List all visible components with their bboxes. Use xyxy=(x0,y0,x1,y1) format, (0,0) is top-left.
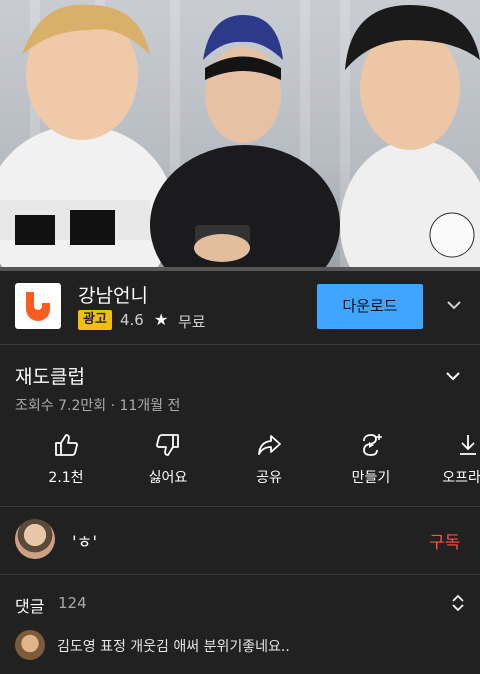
video-player[interactable] xyxy=(0,0,480,268)
create-label: 만들기 xyxy=(351,470,391,486)
comments-count: 124 xyxy=(58,594,87,612)
dislike-label: 싫어요 xyxy=(148,470,188,486)
ad-rating: 4.6 xyxy=(120,311,144,329)
thumbs-up-icon xyxy=(55,434,78,456)
share-icon xyxy=(258,435,281,455)
download-button[interactable]: 다운로드 xyxy=(317,284,423,329)
remix-icon xyxy=(363,434,382,456)
share-label: 공유 xyxy=(256,470,282,486)
ad-price: 무료 xyxy=(178,313,206,331)
offline-label: 오프라인 xyxy=(442,470,480,486)
like-button[interactable]: 2.1천 xyxy=(26,432,106,487)
create-button[interactable]: 만들기 xyxy=(331,432,411,487)
divider xyxy=(0,506,480,507)
offline-download-button[interactable]: 오프라인 xyxy=(428,432,480,487)
share-button[interactable]: 공유 xyxy=(229,432,309,487)
dislike-button[interactable]: 싫어요 xyxy=(128,432,208,487)
expand-collapse-icon[interactable] xyxy=(449,593,467,613)
star-icon: ★ xyxy=(154,310,169,329)
commenter-avatar[interactable] xyxy=(15,630,45,660)
chevron-down-icon[interactable] xyxy=(444,295,464,315)
expand-description-icon[interactable] xyxy=(443,366,463,386)
video-title[interactable]: 재도클럽 xyxy=(15,362,85,389)
comments-header[interactable]: 댓글 xyxy=(15,593,44,617)
divider xyxy=(0,574,480,575)
ad-badge: 광고 xyxy=(78,310,112,330)
channel-name[interactable]: 'ㅎ' xyxy=(72,528,97,553)
video-meta: 조회수 7.2만회 · 11개월 전 xyxy=(15,398,181,414)
video-frame xyxy=(0,4,480,268)
download-icon xyxy=(460,435,476,455)
thumbs-down-icon xyxy=(156,434,179,456)
subscribe-button[interactable]: 구독 xyxy=(429,528,460,553)
app-logo-icon xyxy=(26,292,50,321)
ad-app-title[interactable]: 강남언니 xyxy=(78,281,148,308)
top-comment-text[interactable]: 김도영 표정 개웃김 애써 분위기좋네요.. xyxy=(57,636,290,656)
channel-avatar[interactable] xyxy=(15,519,55,559)
ad-app-logo[interactable] xyxy=(15,283,61,329)
like-count: 2.1천 xyxy=(48,470,84,486)
